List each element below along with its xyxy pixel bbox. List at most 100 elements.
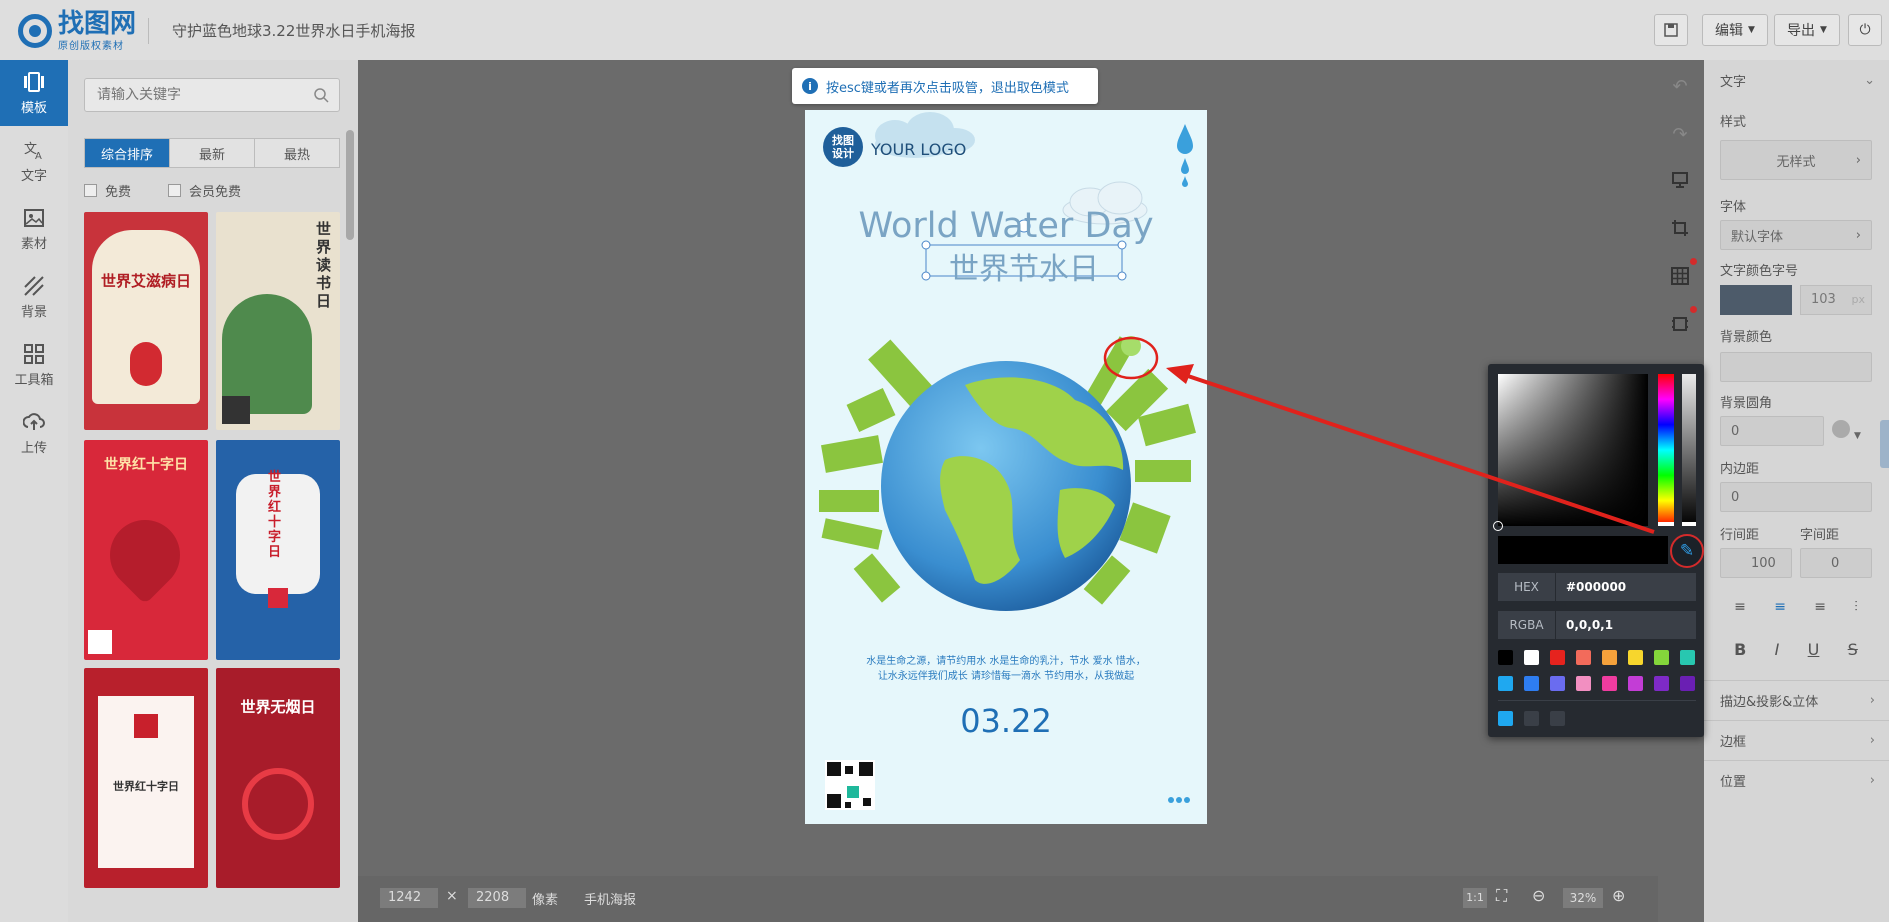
template-thumb[interactable]: 世界红十字日 (84, 440, 208, 660)
alpha-handle[interactable] (1682, 522, 1696, 526)
style-select[interactable]: 无样式 › (1720, 140, 1872, 180)
color-swatch[interactable] (1602, 676, 1617, 691)
zoom-level[interactable]: 32% (1563, 888, 1603, 908)
props-section-position[interactable]: 位置 › (1704, 760, 1889, 800)
align-right-icon[interactable]: ≡ (1814, 599, 1826, 615)
alpha-slider[interactable] (1682, 374, 1696, 526)
radius-input[interactable]: 0 (1720, 416, 1824, 446)
strikethrough-icon[interactable]: S (1848, 640, 1858, 659)
rgba-field[interactable]: RGBA 0,0,0,1 (1498, 611, 1696, 639)
document-title[interactable]: 守护蓝色地球3.22世界水日手机海报 (172, 20, 415, 41)
rail-item-material[interactable]: 素材 (0, 196, 68, 262)
color-swatch[interactable] (1498, 650, 1513, 665)
color-swatch[interactable] (1576, 650, 1591, 665)
undo-icon[interactable]: ↶ (1668, 74, 1692, 98)
italic-icon[interactable]: I (1775, 640, 1780, 659)
hue-slider[interactable] (1658, 374, 1674, 526)
props-section-stroke[interactable]: 描边&投影&立体 › (1704, 680, 1889, 720)
save-button[interactable] (1654, 14, 1688, 46)
app-logo[interactable]: 找图网 原创版权素材 (18, 11, 158, 52)
background-icon (24, 275, 44, 296)
underline-icon[interactable]: U (1808, 640, 1820, 659)
vertical-text-icon[interactable]: ⫶ (1854, 599, 1858, 615)
fit-screen-icon[interactable]: ⛶ (1496, 886, 1507, 906)
export-menu-button[interactable]: 导出 ▼ (1774, 14, 1840, 46)
font-select[interactable]: 默认字体 › (1720, 220, 1872, 250)
color-swatch[interactable] (1550, 650, 1565, 665)
search-input[interactable] (85, 79, 305, 111)
filter-free-checkbox[interactable]: 免费 (84, 181, 131, 200)
color-swatch[interactable] (1628, 676, 1643, 691)
filter-vip-free-checkbox[interactable]: 会员免费 (168, 181, 241, 200)
hue-handle[interactable] (1658, 522, 1674, 526)
sv-cursor[interactable] (1493, 521, 1503, 531)
present-icon[interactable] (1668, 168, 1692, 192)
crop-icon[interactable] (1668, 216, 1692, 240)
checkbox[interactable] (168, 184, 181, 197)
panel-scrollbar[interactable] (346, 130, 354, 240)
template-thumb[interactable]: 世界读书日 (216, 212, 340, 430)
chevron-down-icon: ▼ (1748, 25, 1755, 35)
grid-icon[interactable] (1668, 264, 1692, 288)
template-thumb[interactable]: 世界红十字日 (216, 440, 340, 660)
rail-item-template[interactable]: 模板 (0, 60, 68, 126)
color-swatch[interactable] (1550, 676, 1565, 691)
color-swatch[interactable] (1524, 676, 1539, 691)
color-swatch[interactable] (1680, 650, 1695, 665)
color-swatch[interactable] (1602, 650, 1617, 665)
align-center-icon[interactable]: ≡ (1774, 599, 1786, 615)
canvas-preset[interactable]: 手机海报 (584, 889, 636, 908)
rail-item-toolbox[interactable]: 工具箱 (0, 332, 68, 398)
saturation-value-area[interactable] (1493, 374, 1648, 531)
side-handle[interactable] (1880, 420, 1889, 468)
rail-item-text[interactable]: 文A 文字 (0, 128, 68, 194)
zoom-in-icon[interactable]: ⊕ (1612, 886, 1625, 905)
color-swatch[interactable] (1576, 676, 1591, 691)
canvas-width-input[interactable]: 1242 (380, 888, 438, 908)
power-button[interactable]: ⏻ (1848, 14, 1882, 46)
canvas-height-input[interactable]: 2208 (468, 888, 526, 908)
tab-sort-default[interactable]: 综合排序 (85, 139, 170, 167)
bg-color-input[interactable] (1720, 352, 1872, 382)
radius-color-select[interactable]: ▼ (1832, 420, 1872, 442)
template-thumb[interactable]: 世界艾滋病日 (84, 212, 208, 430)
poster-canvas[interactable]: 找图 设计 YOUR LOGO World Water Day 世界节水日 水是… (805, 110, 1207, 824)
color-swatch[interactable] (1524, 650, 1539, 665)
text-color-swatch[interactable] (1720, 285, 1792, 315)
checkbox[interactable] (84, 184, 97, 197)
template-thumb[interactable]: 世界红十字日 (84, 668, 208, 888)
letter-spacing-input[interactable]: 0 (1800, 548, 1872, 578)
eyedropper-button[interactable]: ✎ (1670, 534, 1704, 568)
align-left-icon[interactable]: ≡ (1734, 599, 1746, 615)
recent-color-swatch[interactable] (1524, 711, 1539, 726)
tab-sort-hottest[interactable]: 最热 (255, 139, 339, 167)
template-search[interactable] (84, 78, 340, 112)
color-swatch[interactable] (1654, 650, 1669, 665)
bold-icon[interactable]: B (1734, 640, 1746, 659)
padding-input[interactable]: 0 (1720, 482, 1872, 512)
recent-color-swatch[interactable] (1550, 711, 1565, 726)
color-swatch[interactable] (1654, 676, 1669, 691)
edit-menu-button[interactable]: 编辑 ▼ (1702, 14, 1768, 46)
rail-item-background[interactable]: 背景 (0, 264, 68, 330)
search-icon[interactable] (314, 88, 329, 103)
layers-icon[interactable] (1668, 312, 1692, 336)
zoom-actual-size-button[interactable]: 1:1 (1463, 888, 1487, 908)
font-size-input[interactable]: 103 px (1800, 285, 1872, 315)
props-section-border[interactable]: 边框 › (1704, 720, 1889, 760)
poster-title-zh[interactable]: 世界节水日 (805, 244, 1207, 288)
rgba-value[interactable]: 0,0,0,1 (1556, 618, 1613, 632)
recent-color-swatch[interactable] (1498, 711, 1513, 726)
zoom-out-icon[interactable]: ⊖ (1532, 886, 1545, 905)
hex-value[interactable]: #000000 (1556, 580, 1626, 594)
color-swatch[interactable] (1498, 676, 1513, 691)
color-swatch[interactable] (1680, 676, 1695, 691)
rail-item-upload[interactable]: 上传 (0, 400, 68, 466)
redo-icon[interactable]: ↷ (1668, 122, 1692, 146)
tab-sort-newest[interactable]: 最新 (170, 139, 255, 167)
hex-field[interactable]: HEX #000000 (1498, 573, 1696, 601)
color-swatch[interactable] (1628, 650, 1643, 665)
props-section-text[interactable]: 文字 ⌄ (1704, 60, 1889, 100)
template-thumb[interactable]: 世界无烟日 (216, 668, 340, 888)
line-height-input[interactable]: 100 (1720, 548, 1792, 578)
